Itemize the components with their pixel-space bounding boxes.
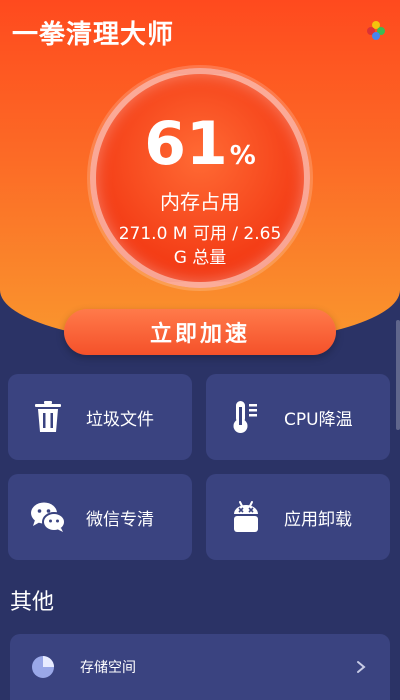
cpu-cooling-card[interactable]: CPU降温: [206, 374, 390, 460]
memory-usage-gauge: 61% 内存占用 271.0 M 可用 / 2.65 G 总量: [90, 68, 310, 288]
cpu-cooling-label: CPU降温: [284, 409, 353, 430]
memory-percent-sign: %: [229, 141, 256, 171]
wechat-clean-card[interactable]: 微信专清: [8, 474, 192, 560]
memory-detail: 271.0 M 可用 / 2.65 G 总量: [118, 224, 282, 268]
storage-label: 存储空间: [80, 660, 136, 676]
wechat-icon: [30, 499, 66, 535]
list-item-storage[interactable]: 存储空间: [10, 634, 390, 700]
app-uninstall-card[interactable]: 应用卸载: [206, 474, 390, 560]
junk-files-label: 垃圾文件: [86, 409, 154, 430]
app-uninstall-label: 应用卸载: [284, 509, 352, 530]
header-hero: 一拳清理大师 61% 内存占用 271.0 M 可用 / 2.65 G 总量: [0, 0, 400, 345]
memory-usage-label: 内存占用: [160, 190, 240, 214]
memory-percent-value: 61: [144, 109, 228, 179]
memory-percent: 61%: [96, 112, 304, 188]
app-menu-icon[interactable]: [366, 20, 386, 40]
android-icon: [228, 499, 264, 535]
app-title: 一拳清理大师: [12, 20, 175, 50]
thermometer-icon: [228, 399, 264, 435]
boost-button[interactable]: 立即加速: [64, 309, 336, 355]
wechat-clean-label: 微信专清: [86, 509, 154, 530]
junk-files-card[interactable]: 垃圾文件: [8, 374, 192, 460]
chevron-right-icon: [357, 661, 366, 673]
scrollbar[interactable]: [396, 320, 400, 430]
trash-icon: [30, 399, 66, 435]
pie-chart-icon: [32, 656, 54, 678]
section-title-others: 其他: [10, 590, 55, 615]
